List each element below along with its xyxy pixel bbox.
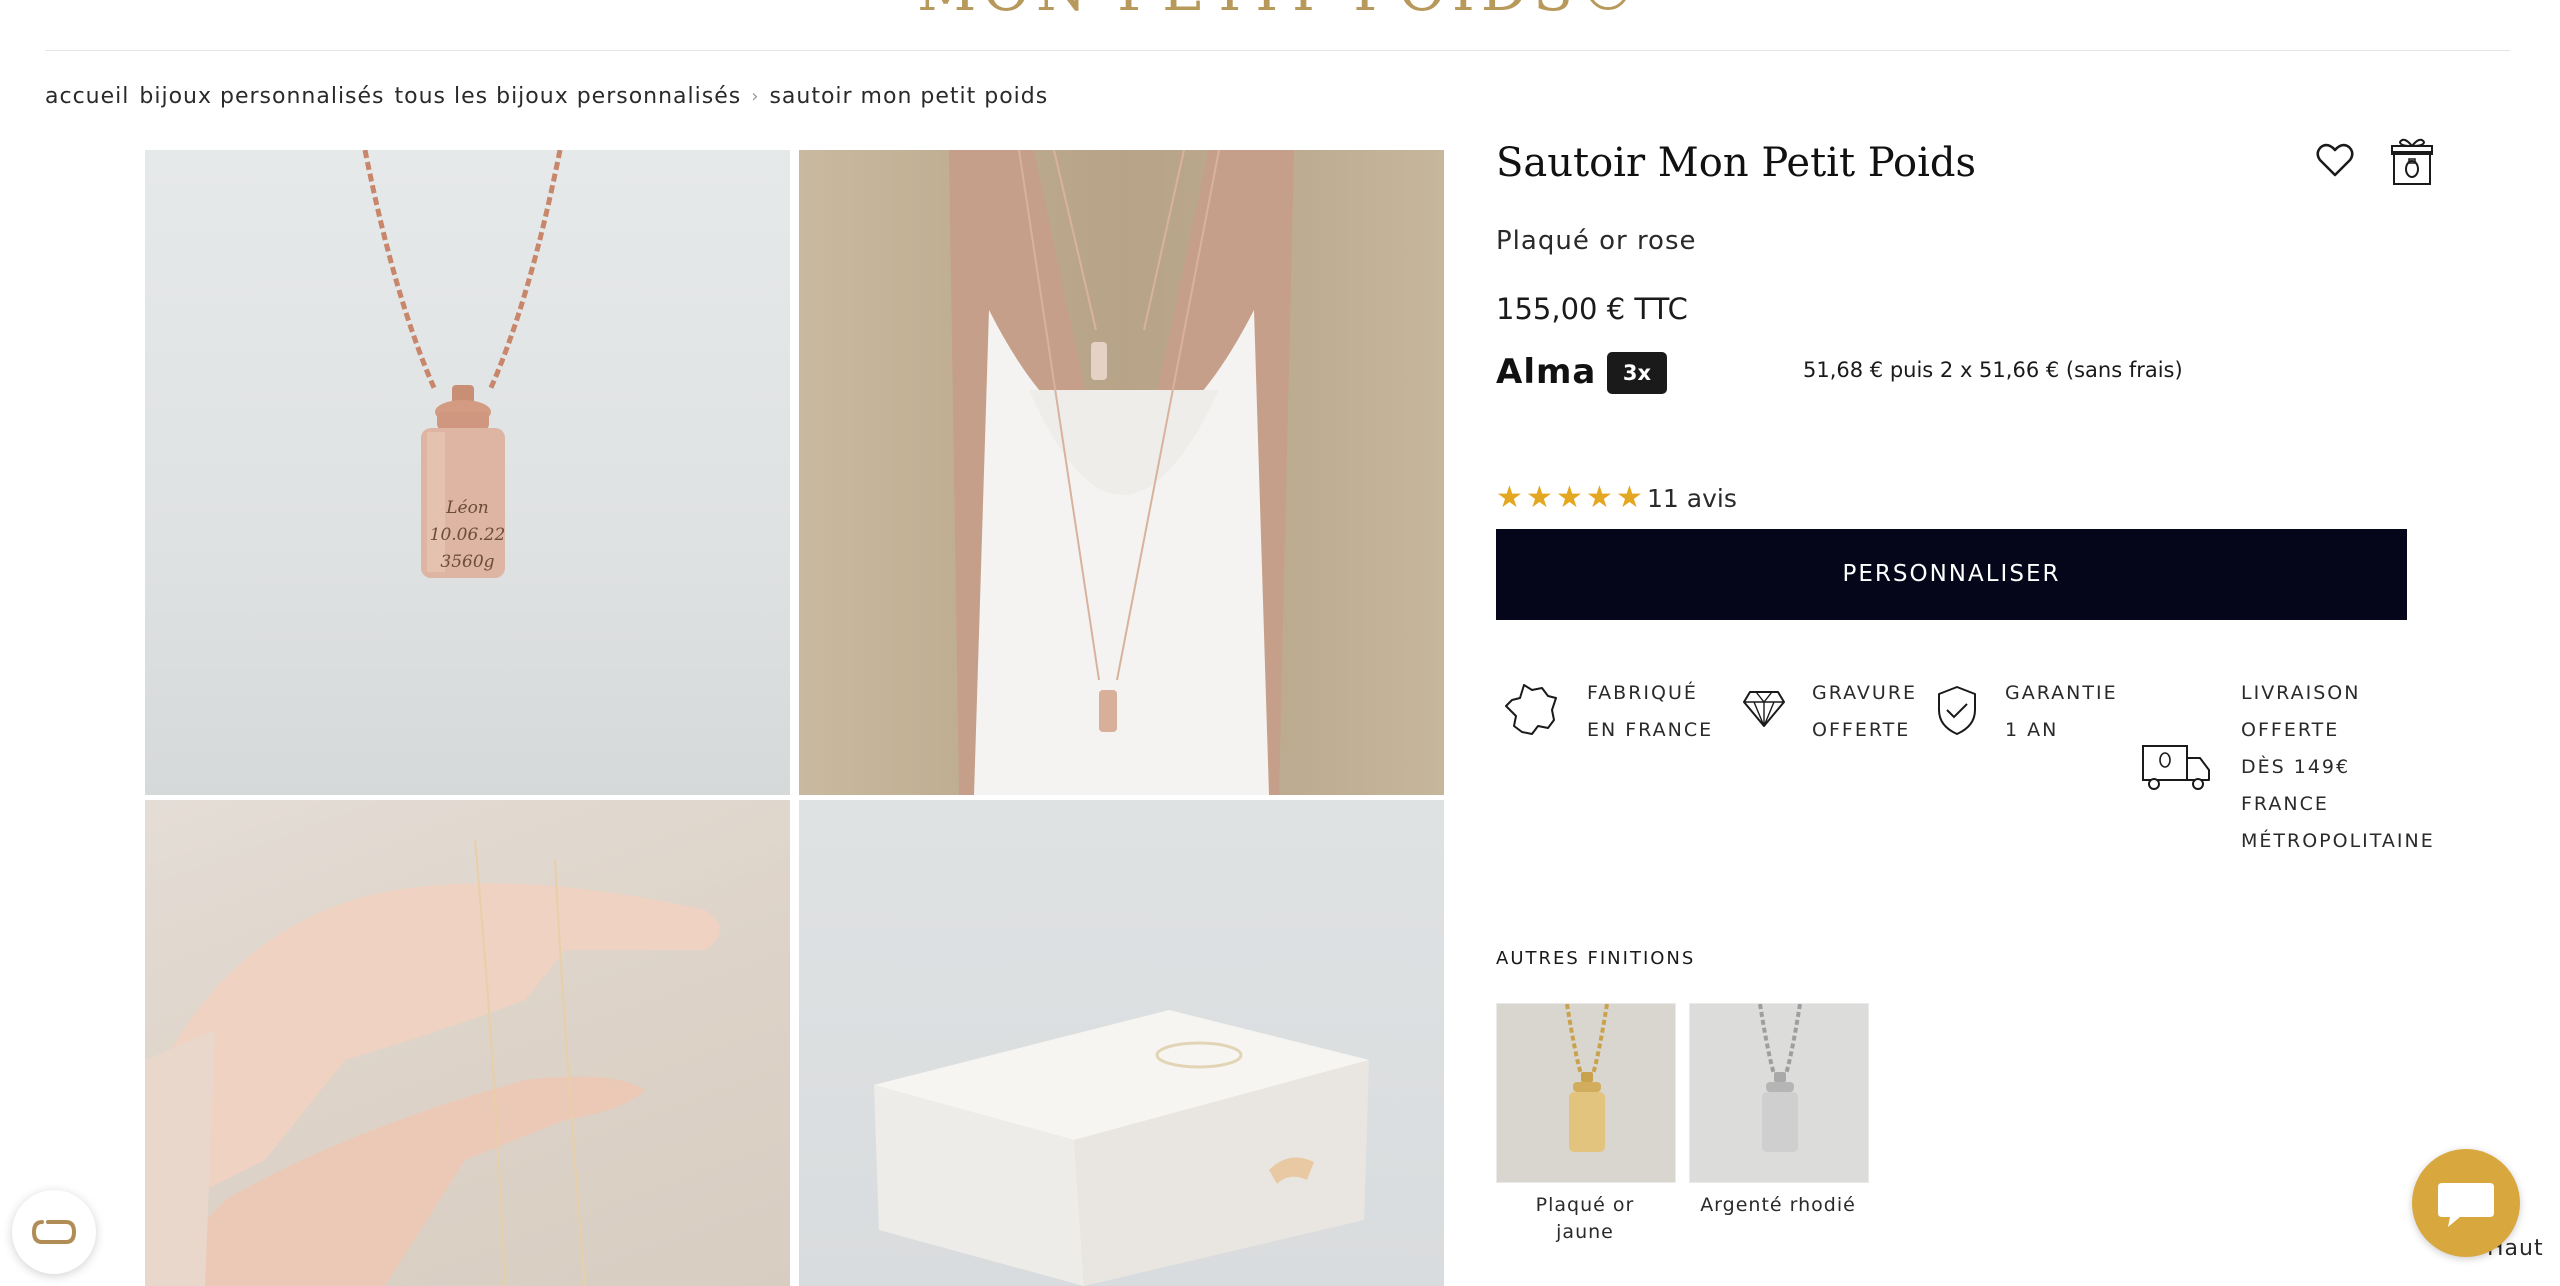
chat-button[interactable] bbox=[2412, 1149, 2520, 1257]
other-finishes-title: AUTRES FINITIONS bbox=[1496, 948, 1696, 969]
cookie-settings-button[interactable] bbox=[12, 1190, 96, 1274]
brand-logo[interactable]: MON PETIT POIDS® bbox=[0, 0, 2560, 20]
installment-details: 51,68 € puis 2 x 51,66 € (sans frais) bbox=[1803, 358, 2183, 382]
star-icon: ★ bbox=[1616, 480, 1643, 515]
feature-warranty: GARANTIE 1 AN bbox=[2005, 682, 2118, 741]
breadcrumb-separator-icon: › bbox=[751, 86, 760, 107]
gift-box-icon[interactable] bbox=[2390, 136, 2434, 186]
product-title: Sautoir Mon Petit Poids bbox=[1496, 140, 1977, 186]
cookie-icon bbox=[31, 1220, 77, 1244]
star-icon: ★ bbox=[1586, 480, 1613, 515]
breadcrumb-link-accueil[interactable]: accueil bbox=[45, 84, 129, 109]
star-icon: ★ bbox=[1556, 480, 1583, 515]
feature-free-engraving: GRAVURE OFFERTE bbox=[1812, 682, 1918, 741]
breadcrumb-link-tous-les-bijoux[interactable]: tous les bijoux personnalisés bbox=[395, 84, 742, 109]
alma-logo: Alma bbox=[1496, 352, 1597, 392]
star-icon: ★ bbox=[1526, 480, 1553, 515]
breadcrumb-current: sautoir mon petit poids bbox=[769, 84, 1049, 109]
product-image-hands[interactable] bbox=[145, 800, 790, 1286]
france-map-icon bbox=[1502, 682, 1560, 742]
product-image-worn[interactable] bbox=[799, 150, 1444, 795]
feature-free-delivery: LIVRAISON OFFERTE DÈS 149€ FRANCE MÉTROP… bbox=[2241, 682, 2435, 852]
reviews-link[interactable]: 11 avis bbox=[1647, 484, 1737, 513]
engraving-line: 10.06.22 bbox=[429, 525, 506, 545]
product-finish: Plaqué or rose bbox=[1496, 226, 1697, 256]
breadcrumb: accueil bijoux personnalisés tous les bi… bbox=[45, 84, 1048, 109]
finish-option-label: Argenté rhodié bbox=[1700, 1194, 1856, 1216]
personalize-button[interactable]: PERSONNALISER bbox=[1496, 529, 2407, 620]
header-divider bbox=[45, 50, 2510, 51]
product-image-gift-box[interactable] bbox=[799, 800, 1444, 1286]
feature-made-in-france: FABRIQUÉ EN FRANCE bbox=[1587, 682, 1714, 741]
engraving-line: 3560g bbox=[440, 552, 495, 572]
star-icon: ★ bbox=[1496, 480, 1523, 515]
installment-badge[interactable]: 3x bbox=[1607, 352, 1667, 394]
finish-option-yellow-gold[interactable] bbox=[1496, 1003, 1676, 1183]
product-price: 155,00 € TTC bbox=[1496, 292, 1688, 326]
product-image-pendant-closeup[interactable]: Léon 10.06.22 3560g bbox=[145, 150, 790, 795]
diamond-icon bbox=[1742, 688, 1786, 732]
rating-stars[interactable]: ★ ★ ★ ★ ★ bbox=[1496, 480, 1643, 515]
delivery-truck-icon bbox=[2140, 742, 2212, 798]
heart-icon[interactable] bbox=[2315, 140, 2355, 180]
chat-bubble-icon bbox=[2438, 1183, 2494, 1227]
breadcrumb-link-bijoux-personnalises[interactable]: bijoux personnalisés bbox=[139, 84, 384, 109]
engraving-line: Léon bbox=[446, 498, 489, 518]
shield-check-icon bbox=[1935, 684, 1979, 740]
finish-option-label: Plaqué or jaune bbox=[1535, 1194, 1635, 1243]
finish-option-silver[interactable] bbox=[1689, 1003, 1869, 1183]
